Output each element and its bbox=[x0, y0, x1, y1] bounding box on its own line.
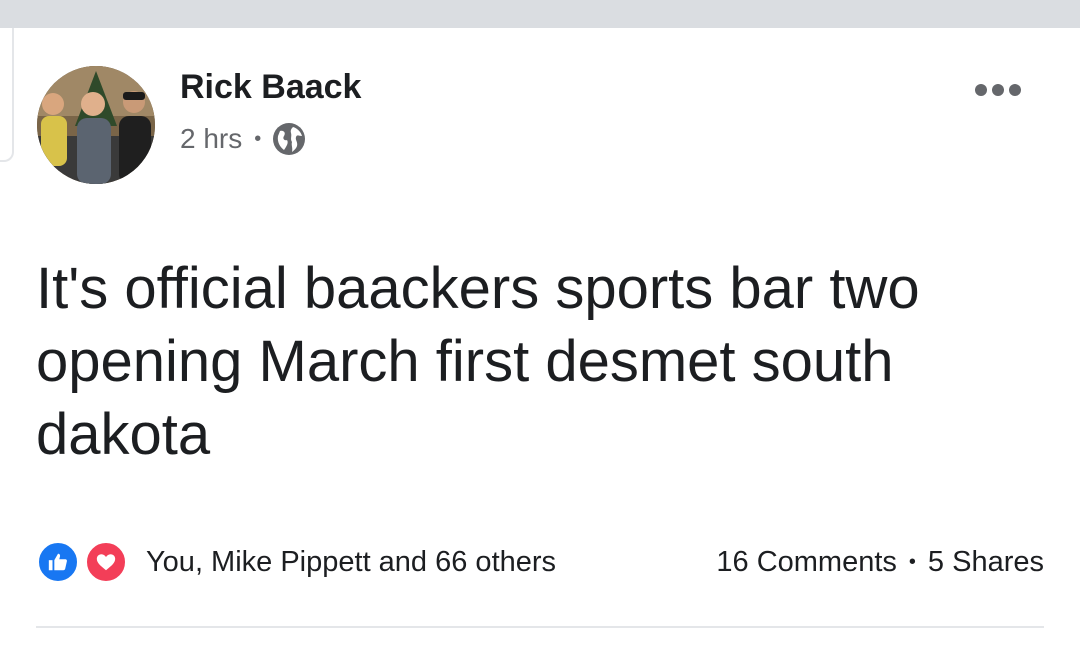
globe-icon[interactable] bbox=[271, 121, 307, 157]
like-icon bbox=[36, 540, 80, 584]
more-dot bbox=[1009, 84, 1021, 96]
post-text: It's official baackers sports bar two op… bbox=[36, 256, 920, 467]
more-dot bbox=[975, 84, 987, 96]
divider bbox=[36, 626, 1044, 628]
card-edge bbox=[0, 28, 14, 162]
post-meta: 2 hrs • bbox=[180, 118, 307, 160]
post-time[interactable]: 2 hrs bbox=[180, 123, 242, 155]
reactions-summary[interactable]: You, Mike Pippett and 66 others bbox=[36, 538, 556, 586]
more-dot bbox=[992, 84, 1004, 96]
engagement-counts: 16 Comments • 5 Shares bbox=[716, 538, 1044, 586]
reaction-icons bbox=[36, 538, 134, 586]
top-bar bbox=[0, 0, 1080, 28]
comments-count[interactable]: 16 Comments bbox=[716, 546, 897, 579]
love-icon bbox=[84, 540, 128, 584]
counts-separator: • bbox=[908, 550, 916, 573]
shares-count[interactable]: 5 Shares bbox=[928, 546, 1044, 579]
more-options-button[interactable] bbox=[968, 72, 1028, 108]
avatar-photo bbox=[37, 66, 155, 184]
meta-separator: • bbox=[254, 127, 262, 150]
author-avatar[interactable] bbox=[37, 66, 155, 184]
author-name[interactable]: Rick Baack bbox=[180, 66, 361, 108]
reactors-text[interactable]: You, Mike Pippett and 66 others bbox=[146, 546, 556, 579]
